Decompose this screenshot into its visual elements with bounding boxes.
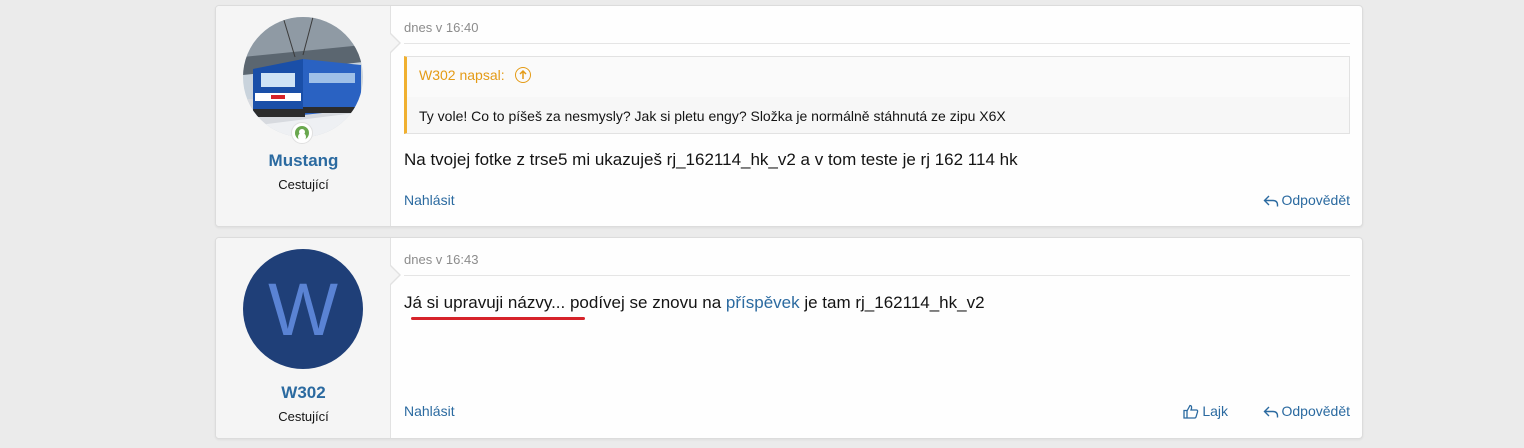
post-message: Na tvojej fotke z trse5 mi ukazuješ rj_1…	[404, 150, 1018, 169]
avatar[interactable]: W	[243, 249, 363, 369]
train-photo-icon	[243, 17, 363, 137]
user-cell: W W302 Cestující	[216, 238, 391, 438]
user-title: Cestující	[278, 177, 329, 192]
message-text-before: Já si upravuji názvy... podívej se znovu…	[404, 293, 726, 312]
post-main: dnes v 16:43 Já si upravuji názvy... pod…	[404, 238, 1350, 438]
user-title: Cestující	[278, 409, 329, 424]
user-cell: Mustang Cestující	[216, 6, 391, 226]
reply-label: Odpovědět	[1281, 403, 1351, 419]
quote-text: Ty vole! Co to píšeš za nesmysly? Jak si…	[419, 108, 1006, 124]
reply-icon	[1263, 195, 1278, 207]
post-link[interactable]: příspěvek	[726, 293, 800, 312]
online-status-icon	[291, 122, 313, 144]
post-divider	[404, 43, 1350, 44]
thumbs-up-icon	[1183, 404, 1199, 419]
report-link[interactable]: Nahlásit	[404, 192, 455, 208]
post-message: Já si upravuji názvy... podívej se znovu…	[404, 293, 985, 313]
message-text-after: je tam rj_162114_hk_v2	[799, 293, 985, 312]
like-link[interactable]: Lajk	[1183, 403, 1228, 419]
red-underline-annotation	[411, 317, 585, 320]
post-divider	[404, 275, 1350, 276]
reply-label: Odpovědět	[1281, 192, 1351, 208]
quote-author[interactable]: W302 napsal:	[419, 67, 505, 83]
username[interactable]: W302	[216, 383, 391, 403]
quote-header[interactable]: W302 napsal:	[407, 57, 1349, 97]
post-main: dnes v 16:40 W302 napsal: Ty vole! Co to…	[404, 6, 1350, 226]
user-arrow	[390, 265, 401, 285]
post-mustang: Mustang Cestující dnes v 16:40 W302 naps…	[215, 5, 1363, 227]
reply-icon	[1263, 406, 1278, 418]
user-arrow	[390, 33, 401, 53]
avatar[interactable]	[243, 17, 363, 137]
reply-link[interactable]: Odpovědět	[1263, 403, 1351, 419]
quote-block: W302 napsal: Ty vole! Co to píšeš za nes…	[404, 56, 1350, 134]
arrow-up-circle-icon[interactable]	[514, 67, 531, 83]
avatar-letter: W	[268, 267, 338, 351]
report-link[interactable]: Nahlásit	[404, 403, 455, 419]
username[interactable]: Mustang	[216, 151, 391, 171]
post-date[interactable]: dnes v 16:43	[404, 252, 478, 267]
reply-link[interactable]: Odpovědět	[1263, 192, 1351, 208]
post-date[interactable]: dnes v 16:40	[404, 20, 478, 35]
post-w302: W W302 Cestující dnes v 16:43 Já si upra…	[215, 237, 1363, 439]
like-label: Lajk	[1202, 403, 1228, 419]
